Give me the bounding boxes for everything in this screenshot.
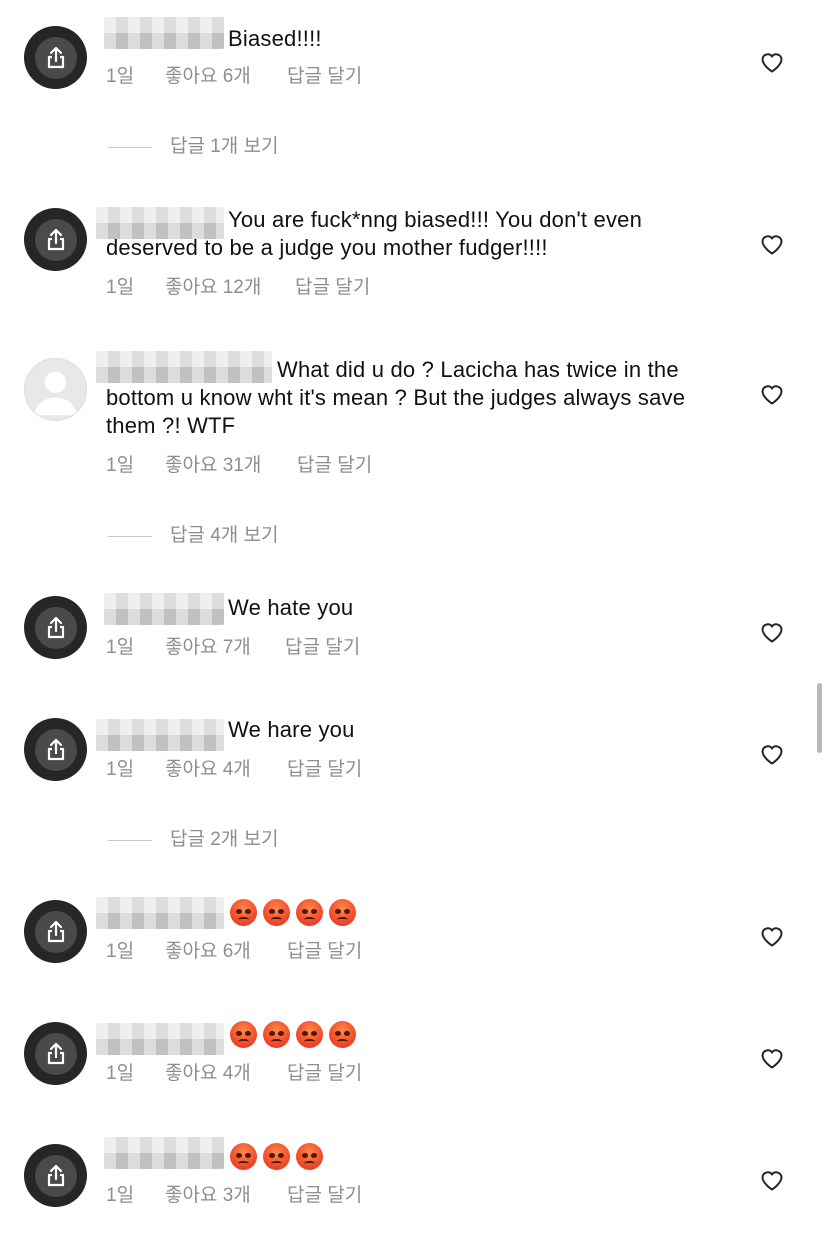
angry-face-emoji <box>296 1143 323 1170</box>
replies-divider <box>108 840 152 841</box>
like-count[interactable]: 좋아요 12개 <box>165 276 261 300</box>
heart-icon[interactable] <box>759 50 785 74</box>
username[interactable] <box>104 593 224 625</box>
username[interactable] <box>96 1023 224 1055</box>
angry-face-emoji <box>296 1021 323 1048</box>
angry-face-emoji <box>230 1021 257 1048</box>
avatar[interactable] <box>24 1144 87 1207</box>
avatar[interactable] <box>24 26 87 89</box>
timestamp: 1일 <box>106 637 135 658</box>
comment-meta: 1일 좋아요 6개 답글 달기 <box>106 65 406 89</box>
heart-icon[interactable] <box>759 924 785 948</box>
angry-face-emoji <box>263 1021 290 1048</box>
angry-face-emoji <box>329 899 356 926</box>
share-icon <box>47 920 64 942</box>
avatar[interactable] <box>24 900 87 963</box>
like-count[interactable]: 좋아요 3개 <box>165 1184 251 1208</box>
share-icon <box>47 228 64 250</box>
avatar[interactable] <box>24 718 87 781</box>
view-replies-label: 답글 2개 보기 <box>170 829 279 850</box>
comment-emojis <box>230 1021 362 1049</box>
comment-meta: 1일 좋아요 31개 답글 달기 <box>106 454 426 478</box>
timestamp: 1일 <box>106 455 135 476</box>
angry-face-emoji <box>263 899 290 926</box>
like-count[interactable]: 좋아요 6개 <box>165 940 251 964</box>
comment-text: We hate you <box>228 595 354 620</box>
share-icon <box>47 738 64 760</box>
username[interactable] <box>104 17 224 49</box>
comment-meta: 1일 좋아요 3개 답글 달기 <box>106 1184 406 1208</box>
heart-icon[interactable] <box>759 742 785 766</box>
username[interactable] <box>104 1137 224 1169</box>
heart-icon[interactable] <box>759 382 785 406</box>
reply-button[interactable]: 답글 달기 <box>287 1062 362 1086</box>
replies-divider <box>108 536 152 537</box>
reply-button[interactable]: 답글 달기 <box>287 940 362 964</box>
comment-text: Biased!!!! <box>228 26 322 51</box>
share-icon <box>47 1042 64 1064</box>
share-icon <box>47 616 64 638</box>
angry-face-emoji <box>263 1143 290 1170</box>
scrollbar[interactable] <box>817 683 822 753</box>
heart-icon[interactable] <box>759 1046 785 1070</box>
reply-button[interactable]: 답글 달기 <box>297 454 372 478</box>
username[interactable] <box>96 897 224 929</box>
heart-icon[interactable] <box>759 1168 785 1192</box>
reply-button[interactable]: 답글 달기 <box>287 758 362 782</box>
timestamp: 1일 <box>106 759 135 780</box>
like-count[interactable]: 좋아요 4개 <box>165 1062 251 1086</box>
timestamp: 1일 <box>106 941 135 962</box>
angry-face-emoji <box>296 899 323 926</box>
default-profile-icon <box>33 371 78 416</box>
angry-face-emoji <box>230 899 257 926</box>
replies-divider <box>108 147 152 148</box>
avatar[interactable] <box>24 1022 87 1085</box>
angry-face-emoji <box>230 1143 257 1170</box>
view-replies-label: 답글 4개 보기 <box>170 525 279 546</box>
comment-emojis <box>230 899 362 927</box>
reply-button[interactable]: 답글 달기 <box>287 65 362 89</box>
comment-meta: 1일 좋아요 7개 답글 달기 <box>106 636 406 660</box>
like-count[interactable]: 좋아요 31개 <box>165 454 261 478</box>
timestamp: 1일 <box>106 66 135 87</box>
avatar[interactable] <box>24 208 87 271</box>
view-replies-label: 답글 1개 보기 <box>170 136 279 157</box>
avatar[interactable] <box>24 596 87 659</box>
username[interactable] <box>96 719 224 751</box>
timestamp: 1일 <box>106 277 135 298</box>
angry-face-emoji <box>329 1021 356 1048</box>
comment-text: We hare you <box>228 717 355 742</box>
timestamp: 1일 <box>106 1185 135 1206</box>
heart-icon[interactable] <box>759 620 785 644</box>
comment-meta: 1일 좋아요 12개 답글 달기 <box>106 276 426 300</box>
comment-meta: 1일 좋아요 4개 답글 달기 <box>106 758 406 782</box>
like-count[interactable]: 좋아요 7개 <box>165 636 251 660</box>
reply-button[interactable]: 답글 달기 <box>287 1184 362 1208</box>
reply-button[interactable]: 답글 달기 <box>295 276 370 300</box>
reply-button[interactable]: 답글 달기 <box>285 636 360 660</box>
comment-meta: 1일 좋아요 4개 답글 달기 <box>106 1062 406 1086</box>
comment-emojis <box>230 1143 329 1171</box>
comment-text: What did u do ? Lacicha has twice in the… <box>106 357 686 438</box>
heart-icon[interactable] <box>759 232 785 256</box>
avatar[interactable] <box>24 358 87 421</box>
share-icon <box>47 1164 64 1186</box>
share-icon <box>47 46 64 68</box>
comment-meta: 1일 좋아요 6개 답글 달기 <box>106 940 406 964</box>
comment-text: You are fuck*nng biased!!! You don't eve… <box>106 207 643 260</box>
like-count[interactable]: 좋아요 4개 <box>165 758 251 782</box>
timestamp: 1일 <box>106 1063 135 1084</box>
like-count[interactable]: 좋아요 6개 <box>165 65 251 89</box>
